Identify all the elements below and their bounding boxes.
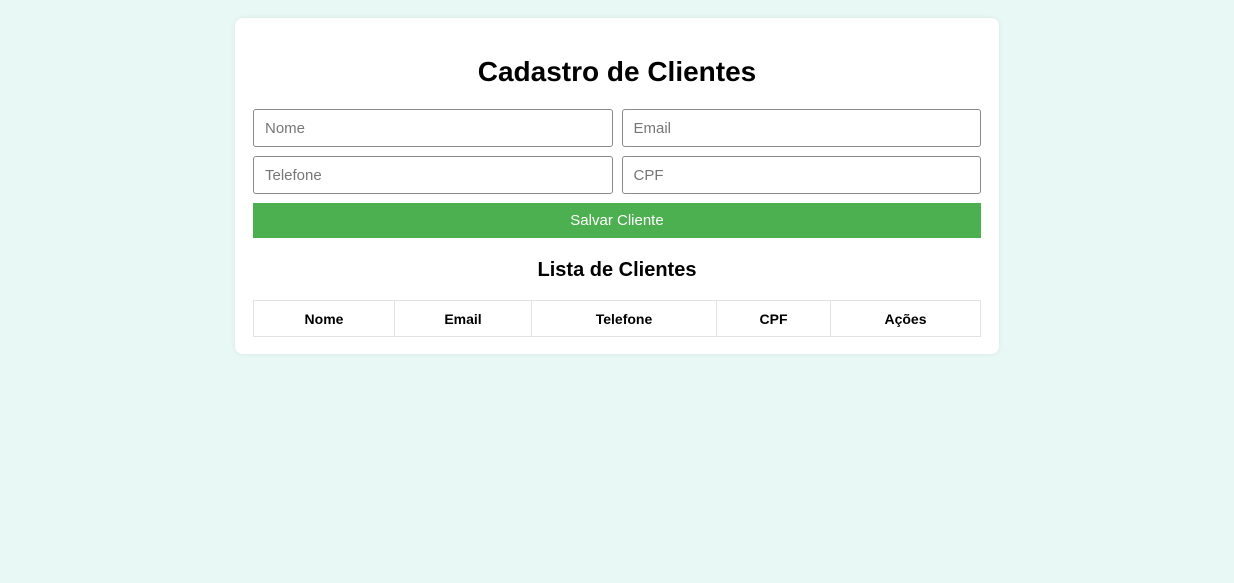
- page: Cadastro de Clientes Salvar Cliente List…: [0, 0, 1234, 583]
- table-header-row: Nome Email Telefone CPF Ações: [253, 300, 981, 337]
- column-header-actions: Ações: [830, 300, 981, 337]
- page-title: Cadastro de Clientes: [477, 56, 757, 87]
- column-header-email: Email: [394, 300, 532, 337]
- column-header-cpf: CPF: [716, 300, 831, 337]
- clients-table: Nome Email Telefone CPF Ações: [253, 300, 981, 337]
- cpf-input[interactable]: [621, 156, 981, 194]
- column-header-phone: Telefone: [531, 300, 717, 337]
- form-row-2: [253, 156, 981, 194]
- column-header-name: Nome: [253, 300, 395, 337]
- client-form-card: Cadastro de Clientes Salvar Cliente List…: [235, 18, 999, 354]
- name-input[interactable]: [253, 109, 613, 147]
- phone-input[interactable]: [253, 156, 613, 194]
- email-input[interactable]: [621, 109, 981, 147]
- form-row-1: [253, 109, 981, 147]
- client-list-title: Lista de Clientes: [537, 259, 697, 281]
- save-client-button[interactable]: Salvar Cliente: [253, 203, 981, 238]
